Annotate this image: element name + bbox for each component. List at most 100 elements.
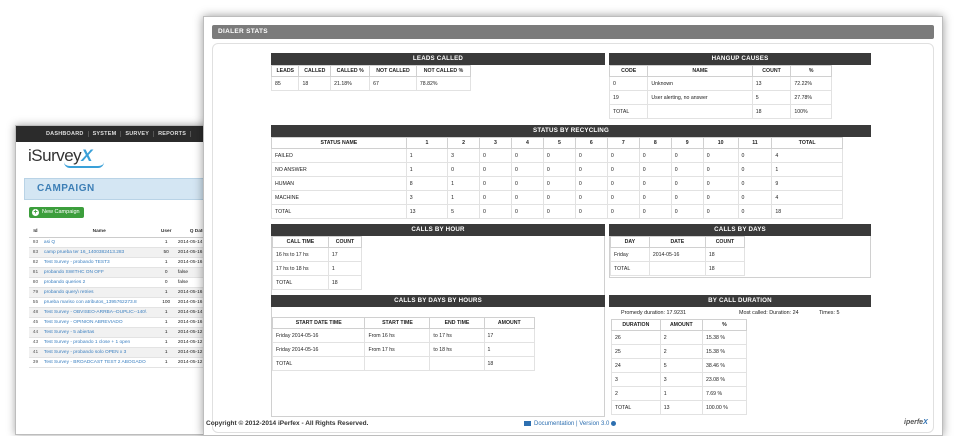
table-cell: 3 xyxy=(659,372,703,387)
table-cell: FAILED xyxy=(271,148,407,163)
table-cell: 81 xyxy=(29,267,42,278)
column-header: STATUS NAME xyxy=(271,137,407,149)
campaign-row[interactable]: 39 Test Survey - BROADCAST TEST 2 ABOGADO… xyxy=(29,357,214,368)
logo-swoosh-icon xyxy=(64,162,104,168)
campaign-row[interactable]: 45 Test Survey - OPINION ABREVIADO 1 2014-0… xyxy=(29,317,214,328)
table-row: 19 User alerting, no answer 5 27.78% xyxy=(608,90,832,105)
table-cell xyxy=(364,356,431,371)
campaign-name-link[interactable]: Test Survey - probando TEST3 xyxy=(41,257,157,268)
documentation-link[interactable]: Documentation xyxy=(534,421,574,427)
campaign-name-link[interactable]: Test Survey - probando 1 close + 1 open xyxy=(41,337,157,348)
table-header-row: CODE NAME COUNT% xyxy=(608,65,832,77)
column-header: 9 xyxy=(670,137,704,149)
table-row: 25 2 15.38 % xyxy=(611,344,748,359)
campaign-row[interactable]: 48 Test Survey - OBVISEO-ARRBA--DUPLIC--1… xyxy=(29,307,214,318)
table-cell: 0 xyxy=(670,162,704,177)
table-row: TOTAL 18 xyxy=(610,261,746,276)
dialer-stats-header: DIALER STATS xyxy=(212,25,934,39)
campaign-name-link[interactable]: Test Survey - 5 abiertas xyxy=(41,327,157,338)
table-cell: 0 xyxy=(574,190,608,205)
version-link[interactable]: Version 3.0 xyxy=(579,421,609,427)
campaign-name-link[interactable]: probando SWITHC ON OFF xyxy=(41,267,157,278)
table-cell: 0 xyxy=(542,204,576,219)
campaign-row[interactable]: 44 Test Survey - 5 abiertas 1 2014-05-12 xyxy=(29,327,214,338)
table-cell: 1 xyxy=(156,307,176,318)
table-cell: 0 xyxy=(638,148,672,163)
table-cell: TOTAL xyxy=(611,400,661,415)
table-cell: TOTAL xyxy=(610,261,650,276)
column-header: 8 xyxy=(638,137,672,149)
footer-links: Documentation | Version 3.0 xyxy=(524,421,617,427)
table-cell xyxy=(647,104,753,119)
campaign-name-link[interactable]: Test Survey - BROADCAST TEST 2 ABOGADO xyxy=(41,357,157,368)
campaign-name-link[interactable]: asi Q xyxy=(41,237,157,248)
campaign-row[interactable]: 80 probando queries 2 0 false xyxy=(29,277,214,288)
campaign-name-link[interactable]: probando queries 2 xyxy=(41,277,157,288)
campaign-title: CAMPAIGN xyxy=(37,183,95,194)
campaign-name-link[interactable]: Test Survey - OBVISEO-ARRBA--DUPLIC--140… xyxy=(41,307,157,318)
column-header: 3 xyxy=(479,137,512,149)
table-cell: 15.38 % xyxy=(701,330,748,345)
table-cell: 0 xyxy=(479,148,512,163)
column-header: % xyxy=(701,319,748,331)
column-header: 10 xyxy=(702,137,739,149)
table-row: TOTAL 13 100.00 % xyxy=(611,400,748,415)
table-cell: 85 xyxy=(270,76,300,91)
leads-called-table: LEADS CALLED CALLED % NOT CALLED NOT CALLED … xyxy=(270,65,472,91)
table-cell: 18 xyxy=(483,356,536,371)
campaign-name-link[interactable]: camp prueba ter 16_1400382413.283 xyxy=(41,247,157,258)
table-header-row: CALL TIME COUNT xyxy=(272,236,363,248)
column-header: 11 xyxy=(737,137,773,149)
campaign-row[interactable]: 82 Test Survey - probando TEST3 1 2014-05-1… xyxy=(29,257,214,268)
table-row: 2 1 7.69 % xyxy=(611,386,748,401)
table-cell: 1 xyxy=(405,148,449,163)
table-cell: 0 xyxy=(479,162,512,177)
campaign-row[interactable]: 55 prueba mariso con atributos_1395762273… xyxy=(29,297,214,308)
table-cell: 0 xyxy=(574,148,608,163)
table-cell: 0 xyxy=(606,204,640,219)
table-cell: 1 xyxy=(156,347,176,358)
calls-by-days-title: CALLS BY DAYS xyxy=(609,224,871,236)
table-cell: 18 xyxy=(298,76,332,91)
nav-system[interactable]: SYSTEM xyxy=(89,131,122,137)
campaign-row[interactable]: 79 probando query\ retries 1 2014-05-16 xyxy=(29,287,214,298)
table-cell: 1 xyxy=(156,257,176,268)
table-cell: 4 xyxy=(771,148,843,163)
table-header-row: STATUS NAME 1 2 3 4 5 6 7 8 9 10 11 TOTAL xyxy=(271,137,843,149)
table-cell: 15.38 % xyxy=(701,344,748,359)
nav-dashboard[interactable]: DASHBOARD xyxy=(42,131,89,137)
table-cell: 0 xyxy=(606,190,640,205)
table-cell: 0 xyxy=(156,267,176,278)
table-cell: 1 xyxy=(156,287,176,298)
table-cell: 1 xyxy=(659,386,703,401)
new-campaign-button[interactable]: + New Campaign xyxy=(29,207,84,218)
campaign-row[interactable]: 43 Test Survey - probando 1 close + 1 ope… xyxy=(29,337,214,348)
table-cell: HUMAN xyxy=(271,176,407,191)
table-cell: TOTAL xyxy=(271,204,407,219)
table-header-row: LEADS CALLED CALLED % NOT CALLED NOT CALLED … xyxy=(270,65,472,77)
table-row: TOTAL 18 100% xyxy=(608,104,832,119)
campaign-row[interactable]: 83 camp prueba ter 16_1400382413.283 50 201… xyxy=(29,247,214,258)
table-row: 26 2 15.38 % xyxy=(611,330,748,345)
calls-by-days-box: DAY DATE COUNT Friday 2014-05-16 18 TOTAL 18 xyxy=(609,236,871,278)
campaign-name-link[interactable]: probando query\ retries xyxy=(41,287,157,298)
info-icon[interactable] xyxy=(611,421,617,426)
nav-reports[interactable]: REPORTS xyxy=(154,131,192,137)
nav-survey[interactable]: SURVEY xyxy=(121,131,155,137)
table-cell: 2014-05-16 xyxy=(648,247,706,262)
campaign-name-link[interactable]: Test Survey - OPINION ABREVIADO xyxy=(41,317,157,328)
table-cell: 0 xyxy=(542,190,576,205)
table-cell: 3 xyxy=(447,148,481,163)
table-cell: 19 xyxy=(608,90,649,105)
table-cell: 3 xyxy=(611,372,661,387)
table-cell: 83 xyxy=(29,247,42,258)
campaign-row[interactable]: 41 Test Survey - probando solo OPEN x 312… xyxy=(29,347,214,358)
table-cell: 24 xyxy=(611,358,661,373)
campaign-row[interactable]: 81 probando SWITHC ON OFF 0 false xyxy=(29,267,214,278)
campaign-name-link[interactable]: prueba mariso con atributos_1395762273.8 xyxy=(41,297,157,308)
campaign-row[interactable]: 93 asi Q 1 2014-05-14 xyxy=(29,237,214,248)
table-cell: 44 xyxy=(29,327,42,338)
campaign-name-link[interactable]: Test Survey - probando solo OPEN x 3 xyxy=(41,347,157,358)
table-cell: 18 xyxy=(704,247,746,262)
documentation-icon xyxy=(524,421,531,426)
